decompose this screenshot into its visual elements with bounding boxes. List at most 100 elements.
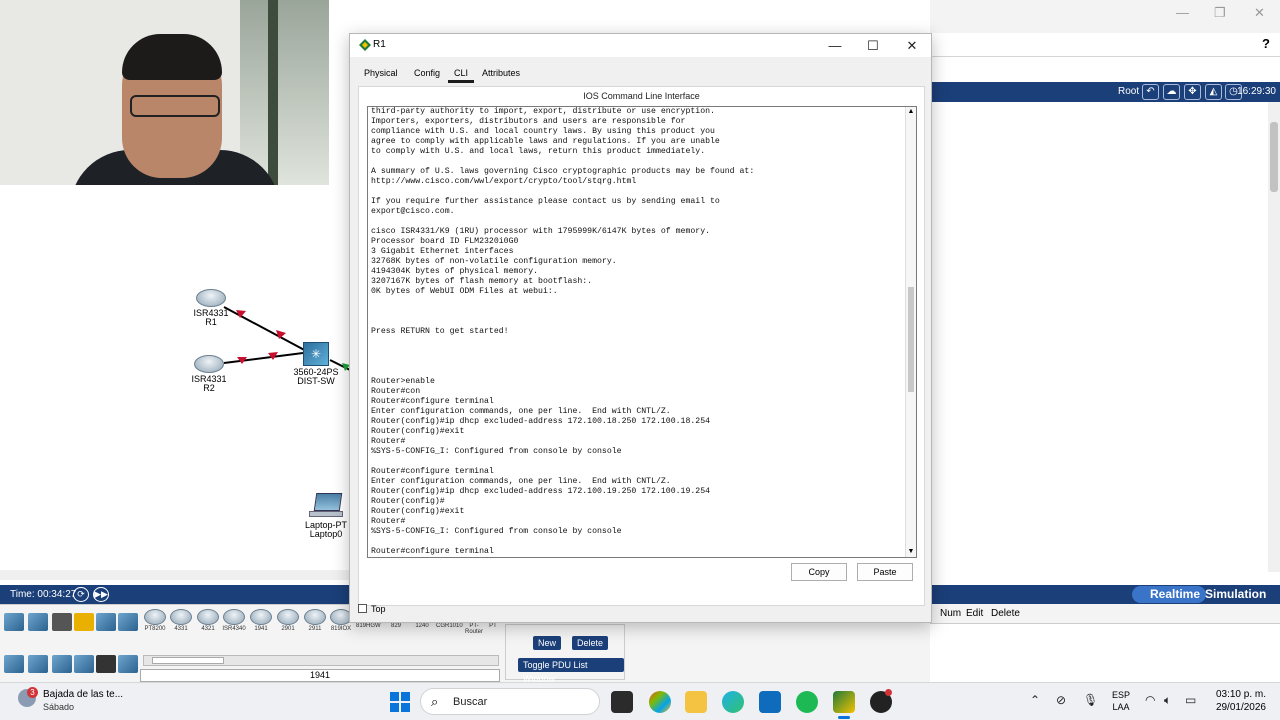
subcategory-wan-icon[interactable] bbox=[118, 655, 138, 673]
tab-physical[interactable]: Physical bbox=[358, 66, 404, 80]
cli-line bbox=[371, 357, 906, 367]
device-r2[interactable]: ISR4331 R2 bbox=[191, 355, 227, 393]
pt-minimize-icon[interactable]: — bbox=[1176, 5, 1189, 20]
root-label[interactable]: Root bbox=[1118, 86, 1139, 97]
file-explorer-icon[interactable] bbox=[685, 691, 707, 713]
scroll-down-icon[interactable]: ▼ bbox=[906, 547, 916, 557]
device-r1[interactable]: ISR4331 R1 bbox=[193, 289, 229, 327]
category-connections-icon[interactable] bbox=[74, 613, 94, 631]
webcam-overlay bbox=[0, 0, 329, 185]
new-pdu-button[interactable]: New bbox=[533, 636, 562, 650]
back-icon[interactable]: ↶ bbox=[1142, 84, 1159, 100]
cli-line: Router# bbox=[371, 517, 406, 526]
subcategory-wireless-icon[interactable] bbox=[74, 655, 94, 673]
microphone-icon[interactable]: 🎙︎ bbox=[1083, 693, 1098, 707]
subcategory-switches-icon[interactable] bbox=[28, 655, 48, 673]
notification-badge: 3 bbox=[27, 687, 38, 698]
system-clock[interactable]: 03:10 p. m. 29/01/2026 bbox=[1206, 688, 1266, 714]
tab-attributes[interactable]: Attributes bbox=[476, 66, 526, 80]
move-icon[interactable]: ✥ bbox=[1184, 84, 1201, 100]
tab-config[interactable]: Config bbox=[408, 66, 446, 80]
palette-item[interactable]: 2901 bbox=[276, 609, 300, 637]
active-indicator bbox=[838, 716, 850, 719]
power-cycle-icon[interactable]: ⟳ bbox=[73, 587, 89, 602]
help-icon[interactable]: ? bbox=[1262, 36, 1270, 51]
subcategory-hubs-icon[interactable] bbox=[52, 655, 72, 673]
toggle-pdu-list-button[interactable]: Toggle PDU List Window bbox=[518, 658, 624, 684]
store-icon[interactable] bbox=[759, 691, 781, 713]
spotify-icon[interactable] bbox=[796, 691, 818, 713]
palette-item[interactable]: 829 bbox=[384, 623, 408, 635]
minimize-icon[interactable]: — bbox=[820, 37, 850, 55]
cli-line bbox=[371, 317, 906, 327]
subcategory-security-icon[interactable] bbox=[96, 655, 116, 673]
close-icon[interactable]: ✕ bbox=[897, 37, 927, 55]
area-icon[interactable]: ◭ bbox=[1205, 84, 1222, 100]
paste-button[interactable]: Paste bbox=[857, 563, 913, 581]
subcategory-routers-icon[interactable] bbox=[4, 655, 24, 673]
pt-close-icon[interactable]: ✕ bbox=[1254, 5, 1265, 21]
pt-maximize-icon[interactable]: ❐ bbox=[1214, 5, 1226, 21]
category-end-devices-icon[interactable] bbox=[28, 613, 48, 631]
palette-item[interactable]: 4331 bbox=[169, 609, 193, 637]
palette-scrollbar[interactable] bbox=[143, 655, 499, 666]
delete-pdu-button[interactable]: Delete bbox=[572, 636, 609, 650]
battery-icon[interactable]: ▭ bbox=[1185, 693, 1196, 707]
category-components-icon[interactable] bbox=[52, 613, 72, 631]
cli-line: Router#configure terminal bbox=[371, 397, 494, 406]
simulation-button[interactable]: Simulation bbox=[1205, 586, 1266, 603]
workspace-horizontal-scrollbar[interactable] bbox=[0, 570, 350, 580]
wifi-icon[interactable]: ◠ bbox=[1145, 693, 1155, 707]
category-network-devices-icon[interactable] bbox=[4, 613, 24, 631]
palette-item[interactable]: PT8200 bbox=[143, 609, 167, 637]
fast-forward-icon[interactable]: ▶▶ bbox=[93, 587, 109, 602]
cli-line: If you require further assistance please… bbox=[371, 197, 720, 206]
palette-item[interactable]: PT-Router bbox=[462, 623, 486, 635]
palette-item[interactable]: 1240 bbox=[410, 623, 434, 635]
volume-icon[interactable]: 🔈︎ bbox=[1164, 693, 1171, 708]
workspace-vertical-scrollbar[interactable] bbox=[1268, 102, 1280, 572]
device-laptop0[interactable]: Laptop-PT Laptop0 bbox=[304, 493, 348, 539]
cloud-icon[interactable]: ☁ bbox=[1163, 84, 1180, 100]
cli-output[interactable]: third-party authority to import, export,… bbox=[371, 107, 906, 557]
search-icon: ⌕ bbox=[431, 694, 439, 709]
task-view-icon[interactable] bbox=[611, 691, 633, 713]
palette-item[interactable]: ISR4340 bbox=[222, 609, 246, 637]
palette-item[interactable]: 1941 bbox=[249, 609, 273, 637]
cli-terminal[interactable]: third-party authority to import, export,… bbox=[367, 106, 917, 558]
cli-scrollbar[interactable]: ▲ ▼ bbox=[905, 107, 916, 557]
copilot-icon[interactable] bbox=[649, 691, 671, 713]
scroll-up-icon[interactable]: ▲ bbox=[906, 107, 916, 117]
cli-line: 0K bytes of WebUI ODM Files at webui:. bbox=[371, 287, 558, 296]
router-icon bbox=[196, 289, 226, 307]
packet-tracer-taskbar-icon[interactable] bbox=[833, 691, 855, 713]
checkbox-icon[interactable] bbox=[358, 604, 367, 613]
taskbar-search[interactable]: ⌕ Buscar bbox=[420, 688, 600, 715]
top-checkbox[interactable]: Top bbox=[358, 604, 386, 614]
pt-menubar: ? bbox=[930, 33, 1280, 57]
router-icon bbox=[194, 355, 224, 373]
chevron-up-icon[interactable]: ⌃ bbox=[1030, 693, 1040, 707]
category-multiuser-icon[interactable] bbox=[118, 613, 138, 631]
language-indicator[interactable]: ESP LAA bbox=[1112, 689, 1130, 713]
cli-line: Router(config)#ip dhcp excluded-address … bbox=[371, 417, 711, 426]
workspace-clock: 16:29:30 bbox=[1237, 86, 1276, 97]
palette-item[interactable]: 4321 bbox=[196, 609, 220, 637]
network-off-icon[interactable]: ⊘ bbox=[1056, 693, 1066, 707]
start-icon[interactable] bbox=[389, 691, 411, 713]
maximize-icon[interactable]: ☐ bbox=[858, 37, 888, 55]
edge-icon[interactable] bbox=[722, 691, 744, 713]
palette-item[interactable]: 2911 bbox=[303, 609, 327, 637]
dialog-titlebar[interactable]: R1 — ☐ ✕ bbox=[350, 34, 931, 57]
notification-dot bbox=[885, 689, 892, 696]
tab-cli[interactable]: CLI bbox=[448, 66, 475, 83]
palette-item[interactable]: PT bbox=[486, 623, 500, 635]
category-misc-icon[interactable] bbox=[96, 613, 116, 631]
copy-button[interactable]: Copy bbox=[791, 563, 847, 581]
device-dist-sw[interactable]: ✳ 3560-24PS DIST-SW bbox=[292, 342, 340, 386]
realtime-button[interactable]: Realtime bbox=[1132, 586, 1207, 603]
palette-item[interactable]: CGR1010 bbox=[436, 623, 463, 635]
cli-line: Router#con bbox=[371, 387, 421, 396]
logical-workspace[interactable]: ISR4331 R1 ISR4331 R2 ✳ 3560-24PS DIST-S… bbox=[0, 185, 350, 578]
palette-item[interactable]: 819HGW bbox=[356, 623, 381, 635]
